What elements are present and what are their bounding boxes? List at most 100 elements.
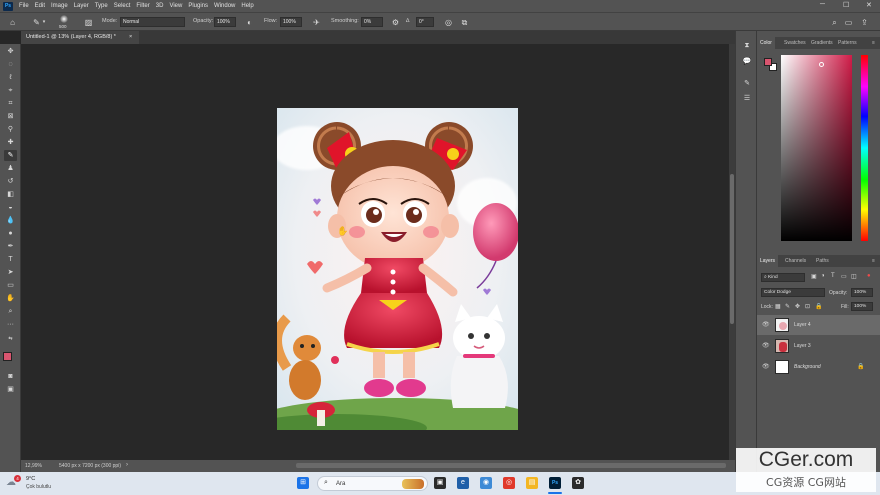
move-tool-icon[interactable]: ✥ <box>4 46 17 57</box>
tab-swatches[interactable]: Swatches <box>781 37 809 49</box>
panel-menu-icon[interactable]: ≡ <box>869 37 878 49</box>
menu-3d[interactable]: 3D <box>156 3 164 9</box>
menu-help[interactable]: Help <box>241 3 253 9</box>
filter-type-icon[interactable]: T <box>831 273 835 279</box>
home-icon[interactable]: ⌂ <box>7 17 18 28</box>
screen-mode-icon[interactable]: ▣ <box>4 384 17 395</box>
hue-slider[interactable] <box>861 55 868 241</box>
menu-filter[interactable]: Filter <box>136 3 149 9</box>
maximize-icon[interactable]: ☐ <box>843 1 849 9</box>
symmetry-icon[interactable]: ⧉ <box>459 17 470 28</box>
brush-preset-picker[interactable]: 500 <box>57 15 71 30</box>
type-tool-icon[interactable]: T <box>4 254 17 265</box>
canvas-area[interactable]: ✋ <box>21 44 735 460</box>
filter-pixel-icon[interactable]: ▣ <box>811 273 817 280</box>
status-menu-chevron-icon[interactable]: › <box>126 462 128 468</box>
menu-window[interactable]: Window <box>214 3 235 9</box>
filter-shape-icon[interactable]: ▭ <box>841 273 847 280</box>
share-icon[interactable]: ⇪ <box>859 17 870 28</box>
tab-patterns[interactable]: Patterns <box>835 37 860 49</box>
menu-layer[interactable]: Layer <box>74 3 89 9</box>
brush-settings-panel-icon[interactable]: ✎ <box>742 79 752 89</box>
photoshop-taskbar-icon[interactable]: Ps <box>549 477 561 489</box>
brush-settings-icon[interactable]: ▨ <box>83 17 94 28</box>
horizontal-scrollbar[interactable] <box>296 463 726 468</box>
vertical-scroll-thumb[interactable] <box>730 174 734 324</box>
eyedropper-tool-icon[interactable]: ⚲ <box>4 124 17 135</box>
smoothing-options-gear-icon[interactable]: ⚙ <box>390 17 401 28</box>
lock-pixels-icon[interactable]: ✎ <box>785 303 790 310</box>
document-tab[interactable]: Untitled-1 @ 13% (Layer 4, RGB/8) * × <box>21 31 139 44</box>
opacity-field[interactable]: 100% <box>214 17 236 27</box>
menu-edit[interactable]: Edit <box>35 3 45 9</box>
task-view-icon[interactable]: ▣ <box>434 477 446 489</box>
close-window-icon[interactable]: ✕ <box>866 1 872 9</box>
filter-adjustment-icon[interactable]: ◑ <box>821 273 825 279</box>
visibility-eye-icon[interactable]: 👁 <box>762 363 770 370</box>
weather-widget[interactable]: ☁ 4 <box>6 475 21 490</box>
menu-select[interactable]: Select <box>114 3 131 9</box>
file-explorer-icon[interactable]: ▤ <box>526 477 538 489</box>
tab-channels[interactable]: Channels <box>782 255 809 267</box>
lock-transparency-icon[interactable]: ▦ <box>775 303 781 310</box>
dodge-tool-icon[interactable]: ● <box>4 228 17 239</box>
filter-kind-dropdown[interactable]: ⌕ Kind <box>761 273 805 282</box>
frame-tool-icon[interactable]: ⊠ <box>4 111 17 122</box>
pen-tool-icon[interactable]: ✒ <box>4 241 17 252</box>
rectangle-tool-icon[interactable]: ▭ <box>4 280 17 291</box>
crop-tool-icon[interactable]: ⌗ <box>4 98 17 109</box>
lock-artboard-icon[interactable]: ⊡ <box>805 303 810 310</box>
lasso-tool-icon[interactable]: ℓ <box>4 72 17 83</box>
more-tools-icon[interactable]: ··· <box>4 319 17 330</box>
path-select-tool-icon[interactable]: ➤ <box>4 267 17 278</box>
layer-fill-field[interactable]: 100% <box>851 302 873 311</box>
clone-stamp-tool-icon[interactable]: ♟ <box>4 163 17 174</box>
marquee-tool-icon[interactable]: ◌ <box>4 59 17 70</box>
foreground-color-swatch[interactable] <box>3 352 12 361</box>
workspace-icon[interactable]: ▭ <box>843 17 854 28</box>
menu-type[interactable]: Type <box>95 3 108 9</box>
hand-tool-icon[interactable]: ✋ <box>4 293 17 304</box>
swap-colors-icon[interactable]: ⇆ <box>4 334 17 345</box>
minimize-icon[interactable]: ─ <box>820 1 825 8</box>
zoom-tool-icon[interactable]: ⌕ <box>4 306 17 317</box>
layer-opacity-field[interactable]: 100% <box>851 288 873 297</box>
blur-tool-icon[interactable]: 💧 <box>4 215 17 226</box>
foreground-swatch[interactable] <box>764 58 772 66</box>
menu-image[interactable]: Image <box>51 3 68 9</box>
adjustments-panel-icon[interactable]: ☰ <box>742 94 752 104</box>
layer-row[interactable]: 👁 Layer 4 <box>757 315 880 335</box>
layer-row[interactable]: 👁 Layer 3 <box>757 336 880 356</box>
chrome-icon[interactable]: ◎ <box>503 477 515 489</box>
menu-file[interactable]: File <box>19 3 29 9</box>
edge-icon[interactable]: e <box>457 477 469 489</box>
mode-dropdown[interactable]: Normal <box>120 17 185 27</box>
color-picker-field[interactable] <box>781 55 852 241</box>
visibility-eye-icon[interactable]: 👁 <box>762 321 770 328</box>
eraser-tool-icon[interactable]: ◧ <box>4 189 17 200</box>
paint-bucket-tool-icon[interactable]: ◒ <box>4 202 17 213</box>
taskbar-search[interactable]: ⌕ Ara <box>317 476 428 491</box>
lock-all-icon[interactable]: 🔒 <box>815 303 822 310</box>
quick-mask-icon[interactable]: ◙ <box>4 371 17 382</box>
history-panel-icon[interactable]: ⧗ <box>742 41 752 51</box>
tab-gradients[interactable]: Gradients <box>808 37 836 49</box>
zoom-level[interactable]: 12,99% <box>25 463 42 469</box>
layers-panel-menu-icon[interactable]: ≡ <box>869 255 878 267</box>
color-picker-cursor[interactable] <box>819 62 824 67</box>
tab-color[interactable]: Color <box>757 37 775 49</box>
tab-layers[interactable]: Layers <box>757 255 779 267</box>
flow-field[interactable]: 100% <box>280 17 302 27</box>
brush-tool-icon[interactable]: ✎ <box>4 150 17 161</box>
visibility-eye-icon[interactable]: 👁 <box>762 342 770 349</box>
pressure-opacity-icon[interactable]: ◐ <box>244 17 255 28</box>
smoothing-field[interactable]: 0% <box>361 17 383 27</box>
close-tab-icon[interactable]: × <box>129 31 132 44</box>
artwork-canvas[interactable] <box>277 108 518 430</box>
blend-mode-dropdown[interactable]: Color Dodge <box>761 288 825 297</box>
lock-position-icon[interactable]: ✥ <box>795 303 800 310</box>
filter-toggle-icon[interactable]: ● <box>867 273 871 279</box>
layer-row[interactable]: 👁 Background 🔒 <box>757 357 880 377</box>
history-brush-tool-icon[interactable]: ↺ <box>4 176 17 187</box>
tab-paths[interactable]: Paths <box>813 255 832 267</box>
